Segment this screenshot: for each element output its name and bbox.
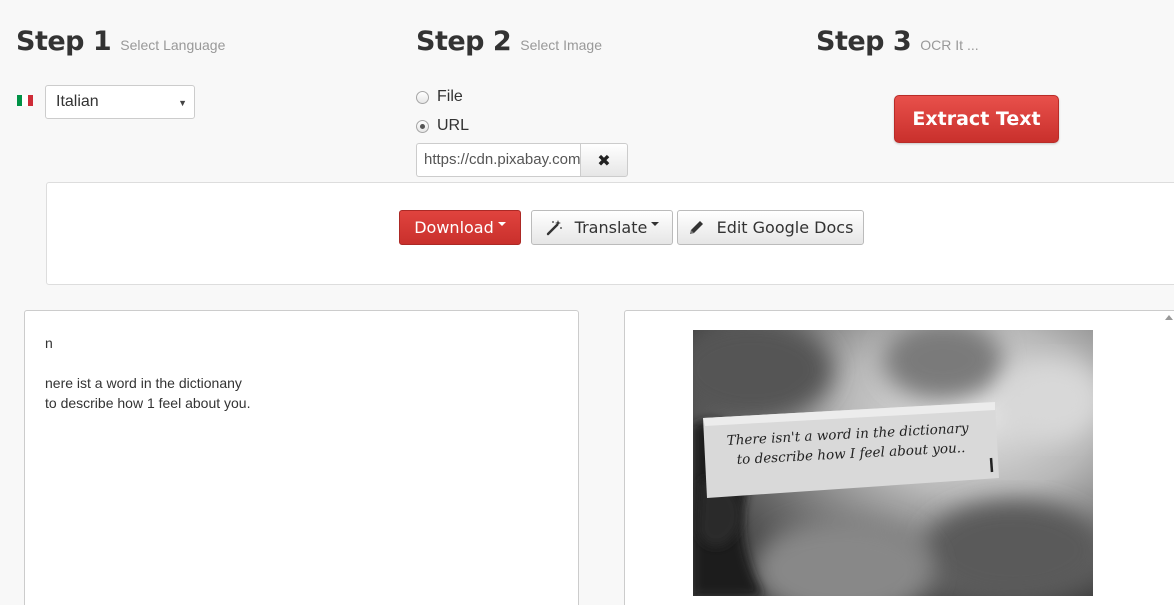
- download-button[interactable]: Download: [399, 210, 521, 245]
- step2-title: Step 2: [416, 26, 512, 57]
- magic-wand-icon: [545, 219, 563, 237]
- clear-url-button[interactable]: ✖: [580, 143, 628, 177]
- step1-header: Step 1 Select Language: [16, 26, 225, 62]
- caret-down-icon: [497, 221, 506, 226]
- step2-header: Step 2 Select Image: [416, 26, 602, 62]
- radio-url-option[interactable]: URL: [416, 116, 469, 136]
- result-line-blank: [45, 353, 558, 373]
- step1-title: Step 1: [16, 26, 112, 57]
- italy-flag-icon: [17, 95, 33, 106]
- pencil-icon: [688, 219, 705, 236]
- radio-file-option[interactable]: File: [416, 87, 463, 107]
- action-toolbar: Download Translate Edit Google Docs: [46, 182, 1174, 285]
- ocr-result-textarea[interactable]: n nere ist a word in the dictionany to d…: [24, 310, 579, 605]
- scroll-up-arrow-icon[interactable]: [1165, 315, 1173, 320]
- step3-header: Step 3 OCR It ...: [816, 26, 979, 62]
- caret-down-icon: ▼: [178, 98, 187, 108]
- caret-down-icon: [651, 221, 660, 226]
- result-line: n: [45, 335, 53, 351]
- radio-url-label: URL: [437, 117, 470, 134]
- url-input[interactable]: https://cdn.pixabay.com: [416, 143, 580, 177]
- gdocs-label: Edit Google Docs: [716, 218, 854, 237]
- extract-text-button[interactable]: Extract Text: [894, 95, 1059, 143]
- step1-subtitle: Select Language: [120, 37, 226, 53]
- times-icon: ✖: [597, 150, 611, 170]
- language-select[interactable]: Italian ▼: [45, 85, 195, 119]
- result-line: to describe how 1 feel about you.: [45, 395, 251, 411]
- download-label: Download: [414, 218, 494, 237]
- translate-label: Translate: [574, 218, 648, 237]
- preview-image: There isn't a word in the dictionary to …: [693, 330, 1093, 596]
- radio-file[interactable]: [416, 90, 429, 104]
- url-input-group: https://cdn.pixabay.com ✖: [416, 143, 628, 177]
- radio-url[interactable]: [416, 119, 429, 133]
- edit-google-docs-button[interactable]: Edit Google Docs: [677, 210, 864, 245]
- result-line: nere ist a word in the dictionany: [45, 375, 242, 391]
- language-select-value: Italian: [56, 93, 99, 110]
- step3-subtitle: OCR It ...: [920, 37, 979, 53]
- translate-button[interactable]: Translate: [531, 210, 673, 245]
- step3-title: Step 3: [816, 26, 912, 57]
- step2-subtitle: Select Image: [520, 37, 602, 53]
- radio-file-label: File: [437, 88, 463, 105]
